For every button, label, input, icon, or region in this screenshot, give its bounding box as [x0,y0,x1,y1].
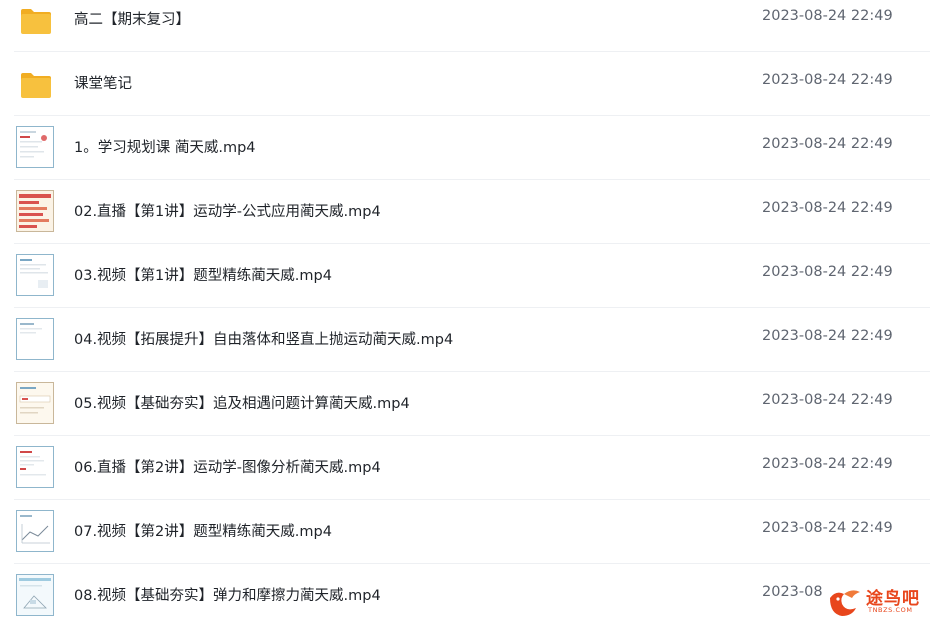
file-name: 04.视频【拓展提升】自由落体和竖直上抛运动蔺天威.mp4 [74,332,454,348]
modified-time: 2023-08-24 22:49 [762,136,893,152]
list-item[interactable]: 高二【期末复习】 2023-08-24 22:49 [0,0,930,52]
list-item[interactable]: 课堂笔记 2023-08-24 22:49 [0,52,930,116]
file-name: 课堂笔记 [74,76,132,92]
list-item[interactable]: 05.视频【基础夯实】追及相遇问题计算蔺天威.mp4 2023-08-24 22… [0,372,930,436]
list-item[interactable]: 1。学习规划课 蔺天威.mp4 2023-08-24 22:49 [0,116,930,180]
modified-time: 2023-08 [762,584,823,600]
modified-time: 2023-08-24 22:49 [762,392,893,408]
modified-time: 2023-08-24 22:49 [762,264,893,280]
file-name: 06.直播【第2讲】运动学-图像分析蔺天威.mp4 [74,460,381,476]
list-item[interactable]: 02.直播【第1讲】运动学-公式应用蔺天威.mp4 2023-08-24 22:… [0,180,930,244]
file-list: 高二【期末复习】 2023-08-24 22:49 课堂笔记 2023-08-2… [0,0,930,622]
list-item[interactable]: 04.视频【拓展提升】自由落体和竖直上抛运动蔺天威.mp4 2023-08-24… [0,308,930,372]
modified-time: 2023-08-24 22:49 [762,328,893,344]
watermark-subtext: TNBZS.COM [868,606,913,614]
list-item[interactable]: 06.直播【第2讲】运动学-图像分析蔺天威.mp4 2023-08-24 22:… [0,436,930,500]
list-item[interactable]: 03.视频【第1讲】题型精练蔺天威.mp4 2023-08-24 22:49 [0,244,930,308]
file-name: 02.直播【第1讲】运动学-公式应用蔺天威.mp4 [74,204,381,220]
modified-time: 2023-08-24 22:49 [762,200,893,216]
modified-time: 2023-08-24 22:49 [762,72,893,88]
file-name: 03.视频【第1讲】题型精练蔺天威.mp4 [74,268,332,284]
list-item[interactable]: 07.视频【第2讲】题型精练蔺天威.mp4 2023-08-24 22:49 [0,500,930,564]
list-item[interactable]: 08.视频【基础夯实】弹力和摩擦力蔺天威.mp4 2023-08 [0,564,930,628]
modified-time: 2023-08-24 22:49 [762,456,893,472]
modified-time: 2023-08-24 22:49 [762,520,893,536]
file-name: 高二【期末复习】 [74,12,190,28]
file-name: 1。学习规划课 蔺天威.mp4 [74,140,256,156]
file-name: 07.视频【第2讲】题型精练蔺天威.mp4 [74,524,332,540]
file-name: 05.视频【基础夯实】追及相遇问题计算蔺天威.mp4 [74,396,410,412]
modified-time: 2023-08-24 22:49 [762,8,893,24]
file-name: 08.视频【基础夯实】弹力和摩擦力蔺天威.mp4 [74,588,381,604]
site-watermark: 途鸟吧 TNBZS.COM [826,583,930,622]
